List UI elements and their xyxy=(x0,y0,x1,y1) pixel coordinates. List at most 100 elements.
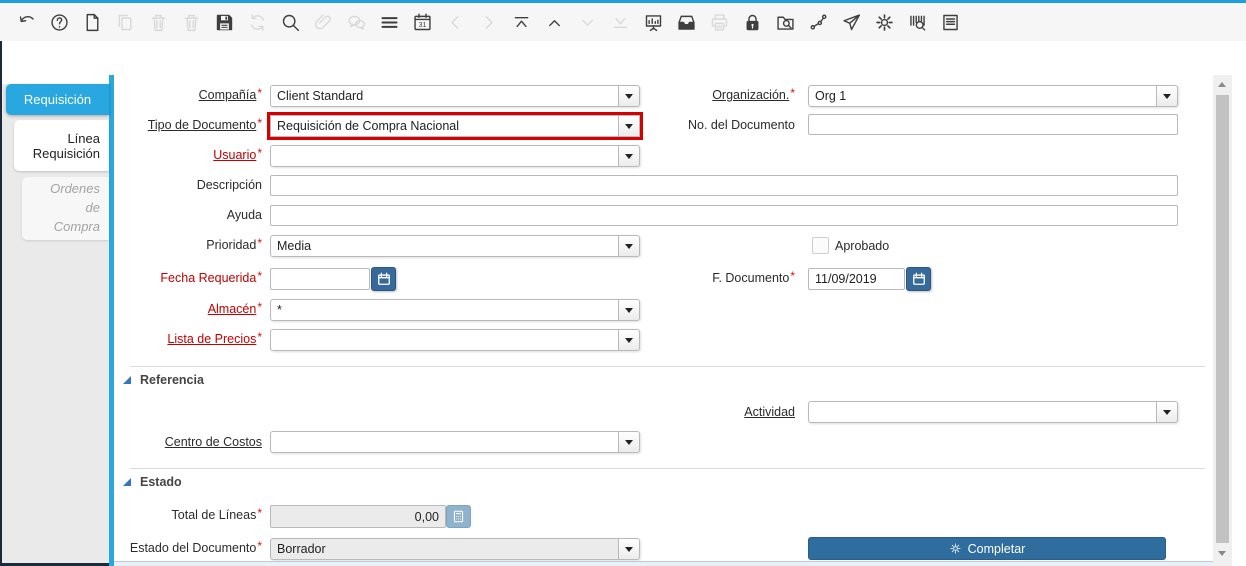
prioridad-combobox[interactable]: Media xyxy=(270,235,640,257)
compania-dropdown-button[interactable] xyxy=(618,85,640,107)
first-record-icon[interactable] xyxy=(505,6,538,38)
next-record-icon xyxy=(472,6,505,38)
almacen-combobox[interactable]: * xyxy=(270,299,640,321)
usuario-label[interactable]: Usuario* xyxy=(117,146,262,162)
lista-precios-dropdown-button[interactable] xyxy=(618,329,640,351)
usuario-combobox[interactable] xyxy=(270,145,640,167)
lista-precios-label[interactable]: Lista de Precios* xyxy=(117,330,262,346)
prioridad-dropdown-button[interactable] xyxy=(618,235,640,257)
centro-costos-combobox[interactable] xyxy=(270,431,640,453)
descripcion-label: Descripción xyxy=(196,178,262,192)
referencia-section-title: Referencia xyxy=(140,373,204,387)
scroll-down-icon[interactable] xyxy=(1218,551,1226,556)
send-request-icon[interactable] xyxy=(835,6,868,38)
preferences-icon[interactable] xyxy=(868,6,901,38)
total-lineas-label: Total de Líneas* xyxy=(171,506,262,522)
lock-icon[interactable] xyxy=(736,6,769,38)
calendar-icon xyxy=(377,272,390,285)
tab-ordenes-de-compra: Ordenes de Compra xyxy=(22,177,109,240)
ayuda-label: Ayuda xyxy=(226,208,262,222)
last-record-icon xyxy=(604,6,637,38)
tipo-documento-combobox[interactable]: Requisición de Compra Nacional xyxy=(270,115,640,137)
actividad-value xyxy=(808,401,1156,423)
estado-collapse-icon[interactable] xyxy=(123,478,131,486)
chevron-down-icon xyxy=(625,439,633,445)
chevron-down-icon xyxy=(625,546,633,552)
detail-record-icon xyxy=(571,6,604,38)
compania-label[interactable]: Compañía* xyxy=(117,86,262,102)
product-info-icon[interactable] xyxy=(901,6,934,38)
grid-toggle-icon[interactable] xyxy=(373,6,406,38)
almacen-dropdown-button[interactable] xyxy=(618,299,640,321)
estado-documento-dropdown-button xyxy=(618,538,640,560)
workflow-icon[interactable] xyxy=(802,6,835,38)
tab-linea-requisicion-label: Línea Requisición xyxy=(32,130,100,161)
tipo-documento-label[interactable]: Tipo de Documento* xyxy=(117,116,262,132)
aprobado-checkbox[interactable] xyxy=(812,237,829,254)
print-preview-icon[interactable] xyxy=(934,6,967,38)
sidebar-divider xyxy=(109,75,114,566)
zoom-across-icon[interactable] xyxy=(769,6,802,38)
f-documento-calendar-button[interactable] xyxy=(906,267,931,291)
usuario-dropdown-button[interactable] xyxy=(618,145,640,167)
delete-record-icon xyxy=(142,6,175,38)
f-documento-input[interactable] xyxy=(808,268,905,290)
centro-costos-label[interactable]: Centro de Costos xyxy=(117,435,262,449)
fecha-requerida-label: Fecha Requerida* xyxy=(160,269,262,285)
fecha-requerida-calendar-button[interactable] xyxy=(371,267,396,291)
completar-button[interactable]: Completar xyxy=(808,537,1166,560)
organizacion-combobox[interactable]: Org 1 xyxy=(808,85,1178,107)
referencia-collapse-icon[interactable] xyxy=(123,376,131,384)
tab-requisicion[interactable]: Requisición xyxy=(6,84,109,115)
svg-text:31: 31 xyxy=(419,22,427,29)
new-record-icon[interactable] xyxy=(76,6,109,38)
chevron-down-icon xyxy=(625,93,633,99)
chevron-down-icon xyxy=(625,337,633,343)
tipo-documento-highlight: Requisición de Compra Nacional xyxy=(267,112,643,140)
undo-icon[interactable] xyxy=(10,6,43,38)
content-bottom-edge xyxy=(114,561,1213,566)
almacen-value: * xyxy=(270,299,618,321)
attachment-icon xyxy=(307,6,340,38)
parent-record-icon[interactable] xyxy=(538,6,571,38)
scrollbar-thumb[interactable] xyxy=(1216,95,1229,543)
ayuda-input[interactable] xyxy=(270,205,1178,226)
centro-costos-value xyxy=(270,431,618,453)
no-documento-input[interactable] xyxy=(808,114,1178,135)
chevron-down-icon xyxy=(625,153,633,159)
aprobado-label: Aprobado xyxy=(835,239,890,253)
total-lineas-input xyxy=(270,505,446,528)
actividad-label[interactable]: Actividad xyxy=(650,405,795,419)
actividad-combobox[interactable] xyxy=(808,401,1178,423)
descripcion-input[interactable] xyxy=(270,175,1178,196)
copy-record-icon xyxy=(109,6,142,38)
organizacion-dropdown-button[interactable] xyxy=(1156,85,1178,107)
report-icon[interactable] xyxy=(637,6,670,38)
print-icon xyxy=(703,6,736,38)
total-lineas-calculator-button[interactable] xyxy=(446,505,471,528)
lista-precios-value xyxy=(270,329,618,351)
save-icon[interactable] xyxy=(208,6,241,38)
centro-costos-dropdown-button[interactable] xyxy=(618,431,640,453)
archive-icon[interactable] xyxy=(670,6,703,38)
chat-icon xyxy=(340,6,373,38)
estado-section-title: Estado xyxy=(140,475,182,489)
section-separator xyxy=(130,366,1205,367)
chevron-down-icon xyxy=(1163,93,1171,99)
almacen-label[interactable]: Almacén* xyxy=(117,300,262,316)
tipo-documento-dropdown-button[interactable] xyxy=(618,115,640,137)
lista-precios-combobox[interactable] xyxy=(270,329,640,351)
delete-selection-icon xyxy=(175,6,208,38)
tab-ordenes-de-compra-label: Ordenes de Compra xyxy=(50,181,100,234)
tab-linea-requisicion[interactable]: Línea Requisición xyxy=(14,120,109,171)
help-icon[interactable] xyxy=(43,6,76,38)
chevron-down-icon xyxy=(1163,409,1171,415)
calendar-icon[interactable]: 31 xyxy=(406,6,439,38)
compania-combobox[interactable]: Client Standard xyxy=(270,85,640,107)
scroll-up-icon[interactable] xyxy=(1218,82,1226,87)
fecha-requerida-input[interactable] xyxy=(270,268,370,290)
organizacion-label[interactable]: Organización.* xyxy=(650,86,795,102)
find-icon[interactable] xyxy=(274,6,307,38)
actividad-dropdown-button[interactable] xyxy=(1156,401,1178,423)
calculator-icon xyxy=(453,510,464,523)
